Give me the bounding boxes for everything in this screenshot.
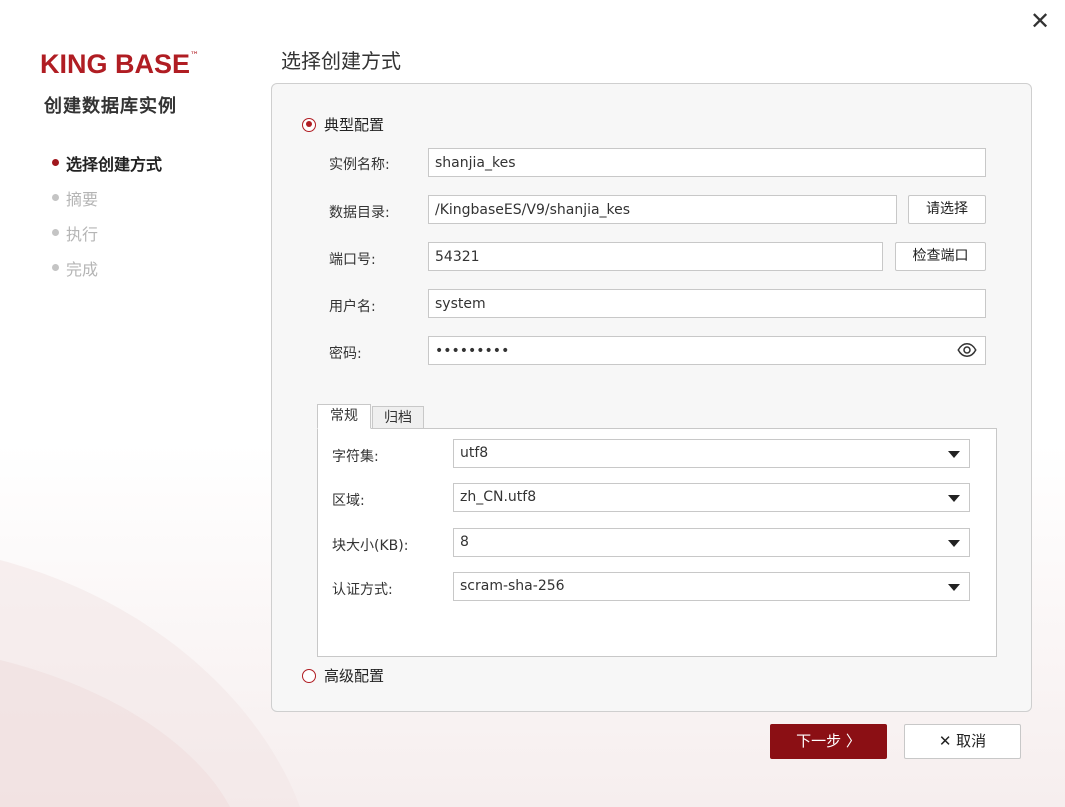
username-label: 用户名: bbox=[329, 299, 376, 315]
charset-label: 字符集: bbox=[332, 449, 379, 465]
radio-checked-icon bbox=[302, 117, 316, 132]
dropdown-arrow-icon bbox=[948, 584, 960, 591]
locale-select[interactable]: zh_CN.utf8 bbox=[453, 483, 970, 512]
kingbase-logo: KING BASE™ bbox=[40, 49, 200, 79]
block-size-label: 块大小(KB): bbox=[332, 538, 409, 554]
dropdown-arrow-icon bbox=[948, 540, 960, 547]
step-finish: 完成 bbox=[52, 250, 162, 285]
step-dot-icon bbox=[52, 159, 59, 166]
close-icon[interactable]: ✕ bbox=[1027, 8, 1053, 34]
check-port-button[interactable]: 检查端口 bbox=[895, 242, 986, 271]
app-subtitle: 创建数据库实例 bbox=[44, 96, 177, 117]
advanced-config-radio[interactable]: 高级配置 bbox=[302, 665, 384, 686]
radio-unchecked-icon bbox=[302, 668, 316, 683]
tab-general[interactable]: 常规 bbox=[317, 404, 371, 429]
eye-icon[interactable] bbox=[957, 340, 977, 360]
port-input[interactable] bbox=[428, 242, 883, 271]
tab-archive[interactable]: 归档 bbox=[372, 406, 424, 429]
dropdown-arrow-icon bbox=[948, 451, 960, 458]
username-input[interactable] bbox=[428, 289, 986, 318]
password-label: 密码: bbox=[329, 346, 362, 362]
browse-button[interactable]: 请选择 bbox=[908, 195, 986, 224]
step-dot-icon bbox=[52, 264, 59, 271]
next-button[interactable]: 下一步 〉 bbox=[770, 724, 887, 759]
step-select-method: 选择创建方式 bbox=[52, 145, 162, 180]
instance-name-input[interactable] bbox=[428, 148, 986, 177]
dropdown-arrow-icon bbox=[948, 495, 960, 502]
typical-config-radio[interactable]: 典型配置 bbox=[302, 114, 384, 135]
step-dot-icon bbox=[52, 194, 59, 201]
wizard-steps: 选择创建方式 摘要 执行 完成 bbox=[52, 145, 162, 285]
step-dot-icon bbox=[52, 229, 59, 236]
port-label: 端口号: bbox=[329, 252, 376, 268]
locale-label: 区域: bbox=[332, 493, 365, 509]
cancel-button[interactable]: ✕ 取消 bbox=[904, 724, 1021, 759]
step-summary: 摘要 bbox=[52, 180, 162, 215]
data-dir-label: 数据目录: bbox=[329, 205, 390, 221]
page-title: 选择创建方式 bbox=[281, 49, 401, 73]
password-input[interactable] bbox=[428, 336, 986, 365]
data-dir-input[interactable] bbox=[428, 195, 897, 224]
step-execute: 执行 bbox=[52, 215, 162, 250]
instance-name-label: 实例名称: bbox=[329, 157, 390, 173]
auth-method-label: 认证方式: bbox=[332, 582, 393, 598]
charset-select[interactable]: utf8 bbox=[453, 439, 970, 468]
block-size-select[interactable]: 8 bbox=[453, 528, 970, 557]
auth-method-select[interactable]: scram-sha-256 bbox=[453, 572, 970, 601]
